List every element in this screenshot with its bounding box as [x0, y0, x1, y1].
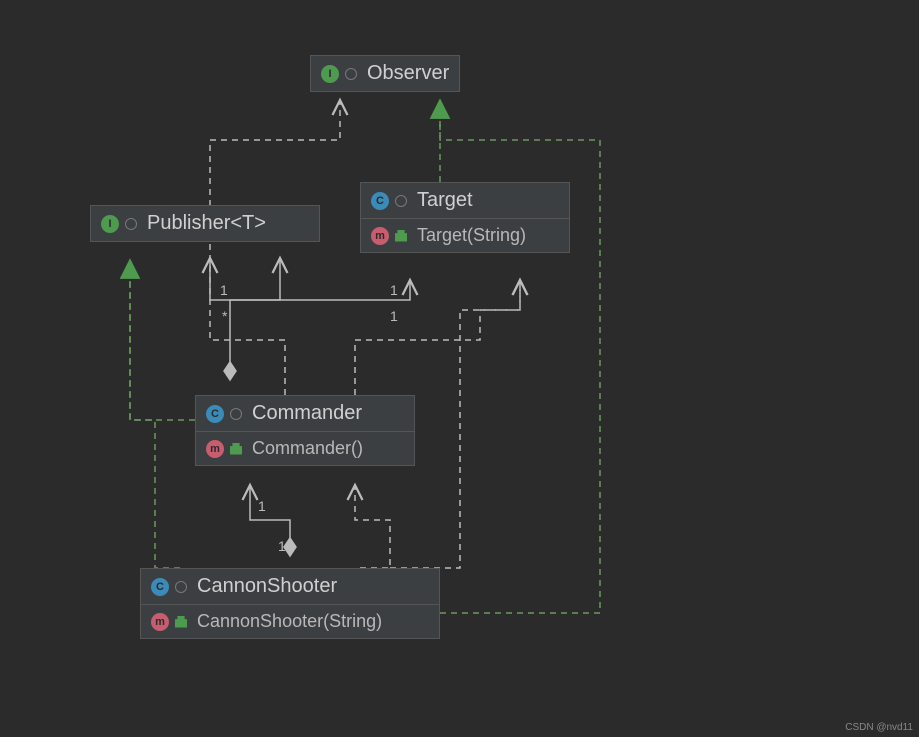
- class-icon: C: [151, 578, 169, 596]
- visibility-ring-icon: [175, 581, 187, 593]
- class-icon: C: [371, 192, 389, 210]
- multiplicity-label: 1: [390, 282, 398, 298]
- member-label: Commander(): [252, 438, 363, 459]
- class-name-label: Commander: [252, 402, 362, 425]
- public-icon: [175, 616, 187, 628]
- visibility-ring-icon: [345, 68, 357, 80]
- multiplicity-label: *: [222, 308, 227, 324]
- visibility-ring-icon: [125, 218, 137, 230]
- class-name-label: CannonShooter: [197, 575, 337, 598]
- class-target[interactable]: C Target m Target(String): [360, 182, 570, 253]
- visibility-ring-icon: [230, 408, 242, 420]
- method-icon: m: [371, 227, 389, 245]
- method-icon: m: [206, 440, 224, 458]
- multiplicity-label: 1: [390, 308, 398, 324]
- interface-icon: I: [321, 65, 339, 83]
- class-header: C Target: [361, 183, 569, 218]
- class-name-label: Observer: [367, 62, 449, 85]
- class-cannonshooter[interactable]: C CannonShooter m CannonShooter(String): [140, 568, 440, 639]
- class-commander[interactable]: C Commander m Commander(): [195, 395, 415, 466]
- class-name-label: Target: [417, 189, 473, 212]
- watermark-label: CSDN @nvd11: [845, 722, 913, 733]
- class-header: I Observer: [311, 56, 459, 91]
- multiplicity-label: 1: [278, 538, 286, 554]
- class-header: C Commander: [196, 396, 414, 431]
- class-member: m CannonShooter(String): [141, 604, 439, 638]
- class-member: m Target(String): [361, 218, 569, 252]
- class-header: C CannonShooter: [141, 569, 439, 604]
- class-observer[interactable]: I Observer: [310, 55, 460, 92]
- visibility-ring-icon: [395, 195, 407, 207]
- public-icon: [230, 443, 242, 455]
- member-label: Target(String): [417, 225, 526, 246]
- class-header: I Publisher<T>: [91, 206, 319, 241]
- class-name-label: Publisher<T>: [147, 212, 266, 235]
- method-icon: m: [151, 613, 169, 631]
- member-label: CannonShooter(String): [197, 611, 382, 632]
- multiplicity-label: 1: [220, 282, 228, 298]
- class-member: m Commander(): [196, 431, 414, 465]
- class-icon: C: [206, 405, 224, 423]
- interface-icon: I: [101, 215, 119, 233]
- multiplicity-label: 1: [258, 498, 266, 514]
- public-icon: [395, 230, 407, 242]
- class-publisher[interactable]: I Publisher<T>: [90, 205, 320, 242]
